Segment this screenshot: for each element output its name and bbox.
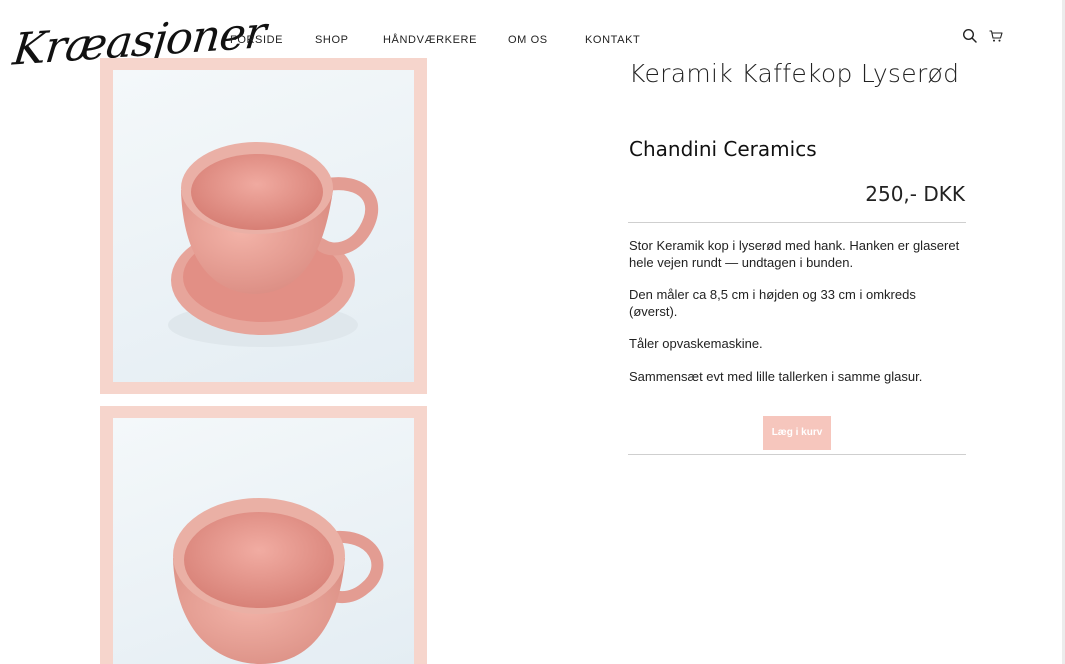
product-image-1[interactable] — [100, 58, 427, 394]
nav-kontakt[interactable]: KONTAKT — [585, 34, 640, 46]
description-paragraph: Stor Keramik kop i lyserød med hank. Han… — [629, 238, 960, 270]
nav-haandvaerkere[interactable]: HÅNDVÆRKERE — [383, 34, 477, 46]
product-image-2[interactable] — [100, 406, 427, 664]
description-paragraph: Den måler ca 8,5 cm i højden og 33 cm i … — [629, 287, 916, 319]
product-brand: Chandini Ceramics — [629, 137, 817, 161]
description-paragraph: Tåler opvaskemaskine. — [629, 336, 763, 351]
nav-forside[interactable]: FORSIDE — [230, 34, 283, 46]
description-paragraph: Sammensæt evt med lille tallerken i samm… — [629, 368, 923, 384]
nav-om-os[interactable]: OM OS — [508, 34, 548, 46]
add-to-cart-button[interactable]: Læg i kurv — [763, 416, 831, 450]
product-title: Keramik Kaffekop Lyserød — [629, 59, 960, 88]
product-price: 250,- DKK — [865, 182, 965, 206]
product-description: Stor Keramik kop i lyserød med hank. Han… — [629, 238, 964, 401]
product-photo-1 — [113, 70, 414, 382]
product-photo-2 — [113, 418, 414, 664]
cart-icon[interactable] — [988, 28, 1004, 44]
divider-top — [628, 222, 966, 223]
search-icon[interactable] — [962, 28, 978, 44]
nav-shop[interactable]: SHOP — [315, 34, 349, 46]
divider-bottom — [628, 454, 966, 455]
